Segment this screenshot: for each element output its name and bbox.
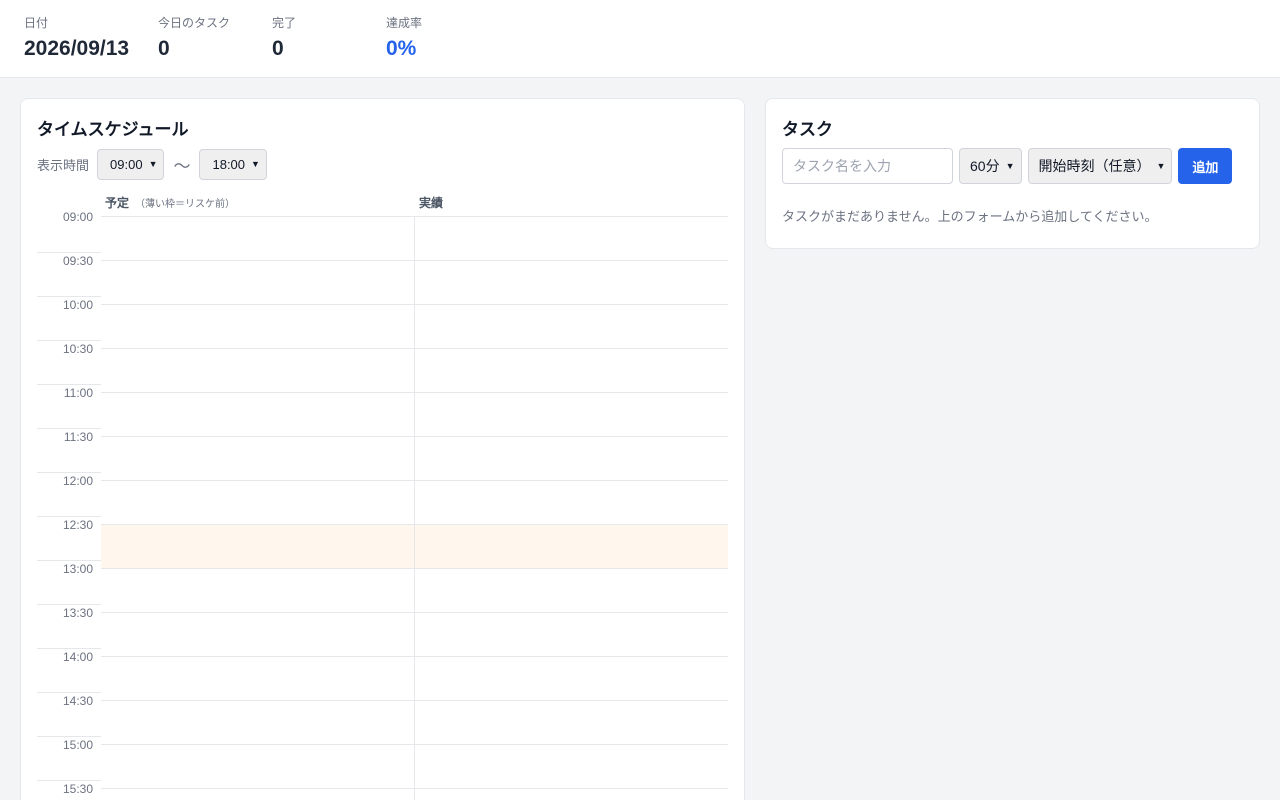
time-tick [37, 648, 101, 649]
start-time-optional-value: 開始時刻（任意） [1038, 158, 1151, 174]
time-slot[interactable]: 09:00 [37, 210, 728, 260]
time-slot[interactable]: 10:00 [37, 298, 728, 348]
time-tick [37, 692, 101, 693]
duration-select[interactable]: 60分 ▼ [959, 148, 1022, 184]
time-slot[interactable]: 14:00 [37, 650, 728, 700]
time-slot[interactable]: 14:30 [37, 694, 728, 744]
plan-header-label: 予定 [105, 196, 130, 210]
time-tick [37, 780, 101, 781]
time-tick [37, 428, 101, 429]
stat-value: 0 [158, 37, 170, 60]
start-time-value: 09:00 [110, 156, 143, 172]
stat-label: 今日のタスク [158, 16, 231, 30]
end-time-value: 18:00 [212, 156, 246, 172]
time-tick [37, 736, 101, 737]
display-range: 表示時間 09:00 ▼ 〜 18:00 ▼ [37, 148, 267, 180]
stat-label: 達成率 [386, 16, 423, 30]
chevron-down-icon: ▼ [1005, 161, 1015, 171]
time-slot[interactable]: 13:30 [37, 606, 728, 656]
time-tick [37, 340, 101, 341]
stat-achievement-rate: 達成率 0% [386, 16, 422, 62]
chevron-down-icon: ▼ [1156, 161, 1166, 171]
schedule-title: タイムスケジュール [37, 120, 189, 139]
stat-completed: 完了 0 [272, 16, 296, 62]
stat-label: 日付 [24, 16, 49, 30]
add-task-button[interactable]: 追加 [1178, 148, 1233, 184]
end-time-select[interactable]: 18:00 ▼ [199, 148, 267, 180]
time-tick [37, 472, 101, 473]
schedule-card: タイムスケジュール 表示時間 09:00 ▼ 〜 18:00 ▼ 予定 （薄い枠＝… [20, 98, 745, 800]
plan-header-note: （薄い枠＝リスケ前） [135, 199, 236, 210]
time-slot[interactable]: 15:30 [37, 782, 728, 800]
stat-date: 日付 2026/09/13 [24, 16, 129, 62]
task-title: タスク [782, 120, 833, 139]
range-separator: 〜 [173, 156, 191, 176]
time-slot[interactable]: 09:30 [37, 254, 728, 304]
start-time-select[interactable]: 09:00 ▼ [97, 148, 165, 180]
start-time-optional-select[interactable]: 開始時刻（任意） ▼ [1027, 148, 1173, 184]
time-slot[interactable]: 12:00 [37, 474, 728, 524]
time-tick [37, 384, 101, 385]
task-card: タスク 60分 ▼ 開始時刻（任意） ▼ 追加 タスクがまだありません。上のフォ… [765, 98, 1260, 249]
task-name-input[interactable] [782, 148, 953, 184]
stat-today-tasks: 今日のタスク 0 [158, 16, 230, 62]
time-label: 09:00 [62, 210, 93, 224]
chevron-down-icon: ▼ [148, 159, 158, 169]
time-tick [37, 516, 101, 517]
stat-value: 0 [272, 37, 284, 60]
time-tick [37, 252, 101, 253]
time-slot[interactable]: 15:00 [37, 738, 728, 788]
time-slot[interactable]: 10:30 [37, 342, 728, 392]
stat-value: 0% [386, 37, 417, 60]
time-tick [37, 296, 101, 297]
time-slot[interactable]: 12:30 [37, 518, 728, 568]
range-label: 表示時間 [37, 157, 90, 173]
task-form: 60分 ▼ 開始時刻（任意） ▼ 追加 [782, 148, 1233, 184]
stats-bar: 日付 2026/09/13 今日のタスク 0 完了 0 達成率 0% [0, 0, 1280, 78]
time-tick [37, 560, 101, 561]
stat-label: 完了 [272, 16, 297, 30]
time-slot[interactable]: 11:30 [37, 430, 728, 480]
stat-value: 2026/09/13 [24, 37, 130, 60]
time-slot[interactable]: 11:00 [37, 386, 728, 436]
time-slot[interactable]: 13:00 [37, 562, 728, 612]
schedule-grid: 15:30 15:00 14:30 14:00 13:30 13:00 12:30 12:00… [37, 210, 728, 800]
time-tick [37, 604, 101, 605]
column-divider [414, 216, 415, 800]
empty-task-message: タスクがまだありません。上のフォームから追加してください。 [782, 209, 1158, 224]
chevron-down-icon: ▼ [251, 159, 260, 169]
actual-column-header: 実績 [419, 196, 444, 210]
duration-value: 60分 [970, 158, 1000, 174]
plan-column-header: 予定 （薄い枠＝リスケ前） [105, 194, 235, 211]
